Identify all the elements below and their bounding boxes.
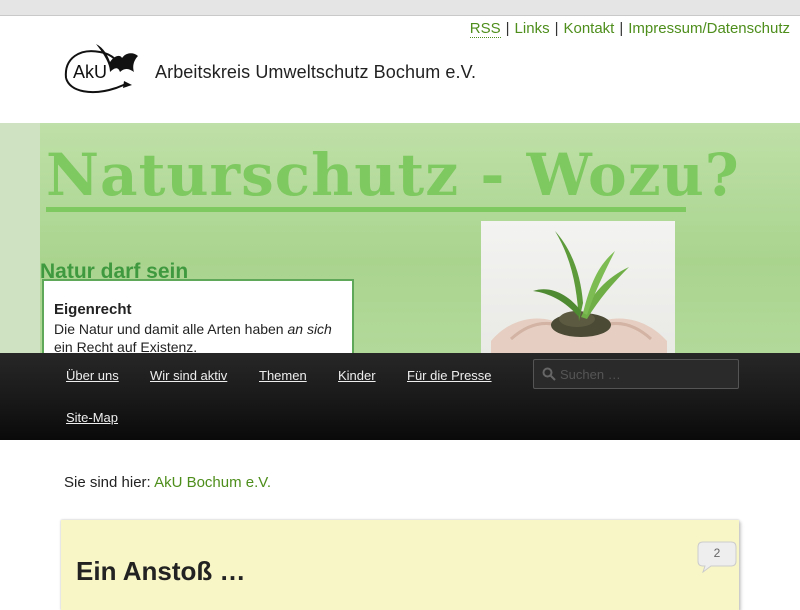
breadcrumb: Sie sind hier: AkU Bochum e.V. xyxy=(64,474,271,491)
sticky-post: Ein Anstoß … 2 xyxy=(61,520,739,610)
card-title: Eigenrecht xyxy=(54,301,132,318)
org-name: Arbeitskreis Umweltschutz Bochum e.V. xyxy=(155,62,477,82)
breadcrumb-home-link[interactable]: AkU Bochum e.V. xyxy=(154,474,271,491)
nav-kinder[interactable]: Kinder xyxy=(338,368,376,383)
kontakt-link[interactable]: Kontakt xyxy=(563,20,614,37)
card-text-part: Die Natur und damit alle Arten haben xyxy=(54,321,284,337)
hands-plant-photo xyxy=(481,221,675,353)
nav-ueber-uns[interactable]: Über uns xyxy=(66,368,119,383)
breadcrumb-prefix: Sie sind hier: xyxy=(64,474,151,491)
rss-link[interactable]: RSS xyxy=(469,20,501,38)
header-banner-image: Naturschutz - Wozu? Natur darf sein Eige… xyxy=(0,123,800,353)
link-separator: | xyxy=(505,20,510,37)
search-box[interactable] xyxy=(533,359,739,389)
card-text-italic: an sich xyxy=(287,321,332,337)
banner-headline: Naturschutz - Wozu? xyxy=(46,141,740,209)
nav-themen[interactable]: Themen xyxy=(259,368,307,383)
top-links: RSS | Links | Kontakt | Impressum/Datenschutz xyxy=(469,20,790,38)
bat-logo-icon: AkU xyxy=(64,44,138,94)
banner-underline xyxy=(46,207,686,212)
link-separator: | xyxy=(554,20,559,37)
search-input[interactable] xyxy=(560,360,736,388)
link-separator: | xyxy=(619,20,624,37)
hands-with-plant-icon xyxy=(491,231,667,353)
card-text-part: ein Recht auf Existenz. xyxy=(54,339,198,353)
banner-info-card: Eigenrecht Die Natur und damit alle Arte… xyxy=(42,279,354,353)
links-link[interactable]: Links xyxy=(515,20,550,37)
site-logo[interactable]: AkU Arbeitskreis Umweltschutz Bochum e.V… xyxy=(60,38,480,98)
nav-site-map[interactable]: Site-Map xyxy=(66,410,118,425)
browser-top-strip xyxy=(0,0,800,16)
search-icon xyxy=(542,367,556,386)
card-text: Die Natur und damit alle Arten haben an … xyxy=(54,320,352,353)
post-title[interactable]: Ein Anstoß … xyxy=(76,556,245,587)
logo-mark-text: AkU xyxy=(73,62,107,82)
nav-wir-sind-aktiv[interactable]: Wir sind aktiv xyxy=(150,368,227,383)
impressum-link[interactable]: Impressum/Datenschutz xyxy=(628,20,790,37)
banner-left-edge xyxy=(0,123,40,353)
comment-count-bubble[interactable]: 2 xyxy=(697,541,737,574)
comment-count: 2 xyxy=(713,546,721,560)
nav-fuer-die-presse[interactable]: Für die Presse xyxy=(407,368,492,383)
main-navigation: Über uns Wir sind aktiv Themen Kinder Fü… xyxy=(0,353,800,440)
